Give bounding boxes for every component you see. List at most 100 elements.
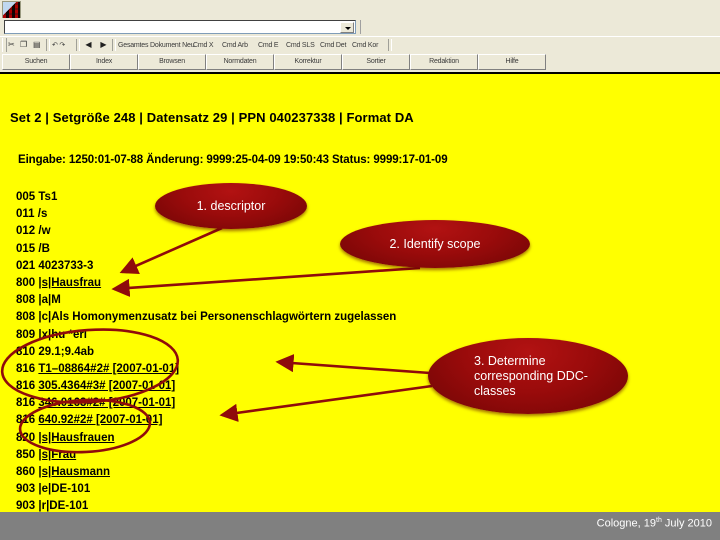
- record-field-tag: 820: [16, 431, 39, 444]
- record-field-row: 808 |a|M: [16, 292, 396, 309]
- icon-toolbar: ✂ ❐ ▤ ↶ ↷ ◀ ▶ Gesamtes Dokument Neu Cmd …: [0, 36, 720, 54]
- record-field-value: /s: [37, 208, 48, 221]
- record-field-tag: 816: [16, 414, 39, 427]
- record-field-tag: 011: [16, 208, 38, 221]
- record-field-row: 850 |s|Frau: [16, 447, 396, 464]
- button-korrektur[interactable]: Korrektur: [274, 54, 342, 70]
- record-field-value: 4023733-3: [38, 259, 94, 272]
- titlebar: [0, 0, 720, 19]
- record-field-value: T1–08864#2# [2007-01-01]: [38, 362, 180, 375]
- callout-determine-ddc: 3. Determine corresponding DDC-classes: [428, 338, 628, 414]
- toolbar-cmd-kor[interactable]: Cmd Kor: [352, 40, 378, 51]
- record-field-tag: 015: [16, 242, 39, 255]
- button-sortier[interactable]: Sortier: [342, 54, 410, 70]
- app-icon: [2, 1, 21, 19]
- record-field-row: 820 |s|Hausfrauen: [16, 430, 396, 447]
- footer-place-date: Cologne, 19th July 2010: [596, 517, 712, 530]
- record-header: Set 2 | Setgröße 248 | Datensatz 29 | PP…: [10, 110, 414, 125]
- button-normdaten[interactable]: Normdaten: [206, 54, 274, 70]
- record-field-row: 809 |x|hu *erl: [16, 327, 396, 344]
- record-field-tag: 808: [16, 311, 39, 324]
- slide-body: Set 2 | Setgröße 248 | Datensatz 29 | PP…: [0, 74, 720, 512]
- record-field-tag: 860: [16, 466, 39, 478]
- record-field-tag: 850: [16, 448, 39, 461]
- record-field-row: 903 |e|DE-101: [16, 481, 396, 498]
- record-field-value: |a|M: [38, 294, 61, 307]
- record-field-row: 800 |s|Hausfrau: [16, 275, 396, 292]
- record-meta-line: Eingabe: 1250:01-07-88 Änderung: 9999:25…: [18, 154, 448, 166]
- toolbar-divider: [388, 39, 392, 51]
- toolbar-grip[interactable]: [2, 38, 7, 52]
- record-field-value: |c|Als Homonymenzusatz bei Personenschla…: [38, 311, 397, 324]
- toolbar-cmd-arb[interactable]: Cmd Arb: [222, 40, 248, 51]
- address-combobox[interactable]: [4, 20, 356, 34]
- record-field-row: 816 346.0163#2# [2007-01-01]: [16, 395, 396, 412]
- record-field-row: 816 T1–08864#2# [2007-01-01]: [16, 361, 396, 378]
- button-suchen[interactable]: Suchen: [2, 54, 70, 70]
- cut-icon[interactable]: ✂: [8, 39, 15, 51]
- record-field-row: 021 4023733-3: [16, 258, 396, 275]
- record-field-row: 816 305.4364#3# [2007-01-01]: [16, 378, 396, 395]
- record-field-value: |r|DE-101: [38, 500, 89, 513]
- callout-identify-scope-label: 2. Identify scope: [389, 236, 481, 251]
- record-field-value: |s|Hausfrauen: [38, 431, 115, 444]
- record-field-value: /B: [38, 242, 50, 255]
- record-field-tag: 903: [16, 500, 39, 513]
- command-button-row: Suchen Index Browsen Normdaten Korrektur…: [0, 53, 720, 72]
- record-field-value: 346.0163#2# [2007-01-01]: [38, 397, 176, 410]
- record-field-tag: 012: [16, 225, 39, 238]
- toolbar-divider: [112, 39, 116, 51]
- toolbar-divider: [76, 39, 80, 51]
- record-field-row: 816 640.92#2# [2007-01-01]: [16, 412, 396, 429]
- callout-identify-scope: 2. Identify scope: [340, 220, 530, 268]
- toolbar-cmd-sls[interactable]: Cmd SLS: [286, 40, 315, 51]
- prev-record-icon[interactable]: ◀: [84, 40, 93, 50]
- record-field-value: |s|Frau: [38, 448, 77, 461]
- record-field-value: 29.1;9.4ab: [38, 345, 95, 358]
- button-browsen[interactable]: Browsen: [138, 54, 206, 70]
- footer-ordinal: th: [656, 517, 662, 524]
- next-record-icon[interactable]: ▶: [99, 40, 108, 50]
- record-field-tag: 903: [16, 483, 39, 496]
- record-field-value: 305.4364#3# [2007-01-01]: [38, 380, 176, 393]
- button-hilfe[interactable]: Hilfe: [478, 54, 546, 70]
- record-field-row: 810 29.1;9.4ab: [16, 344, 396, 361]
- button-redaktion[interactable]: Redaktion: [410, 54, 478, 70]
- paste-icon[interactable]: ▤: [33, 39, 41, 51]
- record-field-value: |s|Hausmann: [38, 466, 111, 478]
- record-field-tag: 021: [16, 259, 39, 272]
- copy-icon[interactable]: ❐: [20, 39, 27, 51]
- record-field-row: 808 |c|Als Homonymenzusatz bei Personens…: [16, 309, 396, 326]
- record-field-value: |x|hu *erl: [38, 328, 88, 341]
- callout-descriptor: 1. descriptor: [155, 183, 307, 229]
- callout-determine-ddc-label: 3. Determine corresponding DDC-classes: [474, 353, 588, 398]
- record-field-tag: 810: [16, 345, 39, 358]
- record-field-tag: 800: [16, 276, 39, 289]
- toolbar-cmd-x[interactable]: Cmd X: [193, 40, 214, 51]
- toolbar-cmd-e[interactable]: Cmd E: [258, 40, 279, 51]
- toolbar-cmd-det[interactable]: Cmd Det: [320, 40, 346, 51]
- toolbar-cmd-gesamtdok[interactable]: Gesamtes Dokument Neu: [118, 40, 195, 51]
- undo-redo-label[interactable]: ↶ ↷: [52, 40, 65, 51]
- chevron-down-icon[interactable]: [340, 22, 354, 33]
- record-field-tag: 816: [16, 397, 39, 410]
- record-field-value: |e|DE-101: [38, 483, 91, 496]
- record-field-value: /w: [38, 225, 51, 238]
- record-field-list: 005 Ts1 011 /s 012 /w 015 /B 021 4023733-3 80…: [16, 189, 396, 516]
- record-field-tag: 005: [16, 191, 39, 203]
- toolbar-divider: [360, 20, 361, 34]
- button-index[interactable]: Index: [70, 54, 138, 70]
- address-input[interactable]: [7, 22, 331, 33]
- record-field-value: 640.92#2# [2007-01-01]: [38, 414, 163, 427]
- callout-descriptor-label: 1. descriptor: [196, 198, 266, 213]
- record-field-tag: 809: [16, 328, 39, 341]
- record-field-value: |s|Hausfrau: [38, 276, 102, 289]
- record-field-tag: 816: [16, 380, 39, 393]
- record-field-row: 860 |s|Hausmann: [16, 464, 396, 481]
- footer-bar: Cologne, 19th July 2010: [0, 512, 720, 540]
- record-field-tag: 808: [16, 294, 39, 307]
- record-field-value: Ts1: [38, 191, 58, 203]
- record-field-tag: 816: [16, 362, 39, 375]
- address-bar-row: [0, 18, 720, 36]
- application-window-chrome: ✂ ❐ ▤ ↶ ↷ ◀ ▶ Gesamtes Dokument Neu Cmd …: [0, 0, 720, 74]
